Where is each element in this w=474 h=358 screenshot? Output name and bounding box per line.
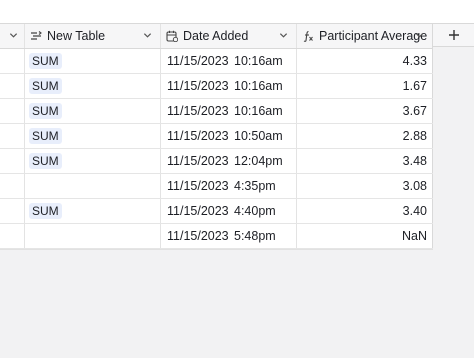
date-value: 11/15/2023 [167,179,229,193]
time-value: 5:48pm [234,229,276,243]
chevron-down-icon[interactable] [143,31,152,40]
column-header-new-table[interactable]: New Table [25,24,161,48]
table-row[interactable]: SUM 11/15/2023 4:40pm 3.40 [0,199,433,224]
table-row[interactable]: SUM 11/15/2023 10:16am 3.67 [0,99,433,124]
row-cell-previous[interactable] [0,199,25,223]
average-value: 1.67 [402,79,427,93]
column-header-date-added[interactable]: Date Added [161,24,297,48]
formula-icon [303,30,313,42]
new-table-cell[interactable]: SUM [25,74,161,98]
new-table-cell[interactable]: SUM [25,149,161,173]
row-cell-previous[interactable] [0,99,25,123]
column-header-previous[interactable] [0,24,25,48]
date-added-cell[interactable]: 11/15/2023 10:16am [161,49,297,73]
date-value: 11/15/2023 [167,54,229,68]
linked-record-chip[interactable]: SUM [29,153,62,169]
time-value: 10:16am [234,54,283,68]
date-added-cell[interactable]: 11/15/2023 10:16am [161,99,297,123]
row-cell-previous[interactable] [0,49,25,73]
column-header-participant-average[interactable]: Participant Average [297,24,433,48]
column-label: Date Added [183,29,249,43]
toolbar-area [0,0,474,23]
date-added-cell[interactable]: 11/15/2023 12:04pm [161,149,297,173]
date-added-cell[interactable]: 11/15/2023 4:35pm [161,174,297,198]
date-value: 11/15/2023 [167,204,229,218]
participant-average-cell[interactable]: 1.67 [297,74,433,98]
average-value: 3.48 [402,154,427,168]
date-value: 11/15/2023 [167,229,229,243]
linked-record-chip[interactable]: SUM [29,103,62,119]
table-body: SUM 11/15/2023 10:16am 4.33 SUM 11/15/20… [0,49,433,249]
time-value: 10:16am [234,104,283,118]
time-value: 4:40pm [234,204,276,218]
new-table-cell[interactable]: SUM [25,99,161,123]
table-row[interactable]: 11/15/2023 4:35pm 3.08 [0,174,433,199]
data-grid: New Table Date Added Participant Average… [0,23,433,250]
time-value: 10:16am [234,79,283,93]
average-value: NaN [401,229,427,243]
participant-average-cell[interactable]: NaN [297,224,433,248]
linked-record-chip[interactable]: SUM [29,128,62,144]
average-value: 2.88 [402,129,427,143]
table-row[interactable]: 11/15/2023 5:48pm NaN [0,224,433,249]
link-field-icon [31,31,42,40]
average-value: 4.33 [402,54,427,68]
row-cell-previous[interactable] [0,149,25,173]
row-cell-previous[interactable] [0,124,25,148]
linked-record-chip[interactable]: SUM [29,53,62,69]
time-value: 12:04pm [234,154,283,168]
participant-average-cell[interactable]: 4.33 [297,49,433,73]
column-label: New Table [47,29,106,43]
chevron-down-icon[interactable] [9,31,18,40]
header-row: New Table Date Added Participant Average [0,23,433,49]
chevron-down-icon[interactable] [279,31,288,40]
time-value: 4:35pm [234,179,276,193]
column-label: Participant Average [319,29,428,43]
row-cell-previous[interactable] [0,174,25,198]
participant-average-cell[interactable]: 3.08 [297,174,433,198]
participant-average-cell[interactable]: 2.88 [297,124,433,148]
plus-icon[interactable] [448,29,460,41]
calendar-icon [166,30,178,42]
date-value: 11/15/2023 [167,104,229,118]
table-row[interactable]: SUM 11/15/2023 10:50am 2.88 [0,124,433,149]
linked-record-chip[interactable]: SUM [29,203,62,219]
table-row[interactable]: SUM 11/15/2023 12:04pm 3.48 [0,149,433,174]
row-cell-previous[interactable] [0,74,25,98]
date-added-cell[interactable]: 11/15/2023 10:16am [161,74,297,98]
participant-average-cell[interactable]: 3.40 [297,199,433,223]
average-value: 3.08 [402,179,427,193]
average-value: 3.67 [402,104,427,118]
date-value: 11/15/2023 [167,129,229,143]
row-cell-previous[interactable] [0,224,25,248]
average-value: 3.40 [402,204,427,218]
table-row[interactable]: SUM 11/15/2023 10:16am 4.33 [0,49,433,74]
date-added-cell[interactable]: 11/15/2023 4:40pm [161,199,297,223]
date-added-cell[interactable]: 11/15/2023 5:48pm [161,224,297,248]
date-value: 11/15/2023 [167,154,229,168]
chevron-down-icon[interactable] [415,31,424,40]
date-value: 11/15/2023 [167,79,229,93]
new-table-cell[interactable] [25,174,161,198]
new-table-cell[interactable] [25,224,161,248]
new-table-cell[interactable]: SUM [25,49,161,73]
add-column-button[interactable] [433,23,474,47]
time-value: 10:50am [234,129,283,143]
date-added-cell[interactable]: 11/15/2023 10:50am [161,124,297,148]
new-table-cell[interactable]: SUM [25,124,161,148]
participant-average-cell[interactable]: 3.48 [297,149,433,173]
table-row[interactable]: SUM 11/15/2023 10:16am 1.67 [0,74,433,99]
new-table-cell[interactable]: SUM [25,199,161,223]
linked-record-chip[interactable]: SUM [29,78,62,94]
participant-average-cell[interactable]: 3.67 [297,99,433,123]
